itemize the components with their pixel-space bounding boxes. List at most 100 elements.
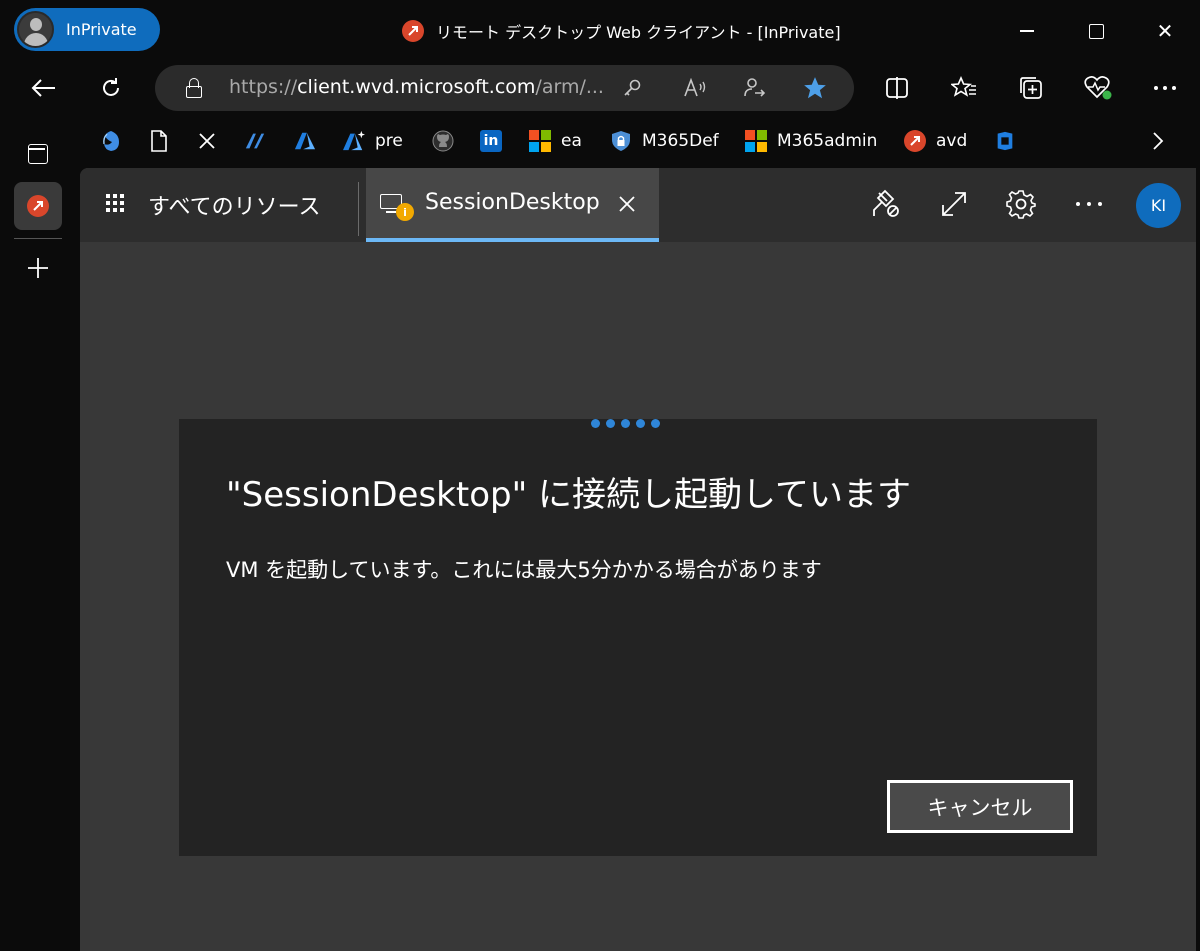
collections-button[interactable]	[1013, 70, 1049, 106]
page-icon	[148, 130, 170, 152]
favorite-item[interactable]: M365Def	[610, 128, 719, 154]
favorite-item[interactable]	[244, 128, 266, 154]
favorite-item[interactable]	[994, 128, 1016, 154]
connecting-dialog: "SessionDesktop" に接続し起動しています VM を起動しています…	[179, 419, 1097, 856]
linkedin-icon: in	[480, 130, 502, 152]
close-icon	[619, 196, 635, 212]
tab-panel-icon	[28, 144, 48, 164]
header-divider	[358, 182, 359, 236]
favorite-label: avd	[936, 131, 968, 151]
favorite-item[interactable]: ea	[529, 128, 582, 154]
session-tab-label: SessionDesktop	[425, 190, 600, 215]
address-bar[interactable]: https://client.wvd.microsoft.com/arm/...	[155, 65, 854, 111]
lock-icon[interactable]	[185, 78, 203, 98]
refresh-button[interactable]	[93, 70, 129, 106]
favorites-button[interactable]	[946, 70, 982, 106]
heart-pulse-icon	[1084, 76, 1112, 100]
tab-session-desktop[interactable]: i SessionDesktop	[366, 168, 659, 242]
more-menu-button[interactable]	[1070, 185, 1108, 223]
chevron-right-icon	[1153, 132, 1164, 150]
azure-vm-icon	[994, 130, 1016, 152]
key-icon[interactable]	[618, 74, 646, 102]
app-available-icon[interactable]	[740, 74, 768, 102]
web-content: すべてのリソース i SessionDesktop KI "SessionDes…	[80, 168, 1196, 951]
expand-icon	[942, 192, 966, 216]
inprivate-button[interactable]: InPrivate	[14, 8, 160, 51]
favorite-item[interactable]: pre	[343, 128, 403, 154]
favorites-bar: pre in ea M365Def M365admin avd	[0, 114, 1200, 168]
favorites-overflow-button[interactable]	[1152, 128, 1164, 154]
close-window-button[interactable]: ✕	[1148, 14, 1182, 48]
favorite-item[interactable]	[294, 128, 316, 154]
favorite-item[interactable]	[196, 128, 218, 154]
dialog-title: "SessionDesktop" に接続し起動しています	[226, 475, 912, 515]
back-button[interactable]	[25, 70, 61, 106]
new-tab-button[interactable]	[14, 244, 62, 292]
maximize-button[interactable]	[1079, 14, 1113, 48]
sidebar-divider	[14, 238, 62, 239]
url-scheme: https://	[229, 76, 298, 98]
info-badge-icon: i	[396, 203, 414, 221]
remote-desktop-icon	[904, 130, 926, 152]
window-title: リモート デスクトップ Web クライアント - [InPrivate]	[402, 18, 841, 44]
all-resources-label: すべてのリソース	[148, 195, 321, 220]
tab-actions-button[interactable]	[14, 130, 62, 178]
gear-icon	[1006, 190, 1036, 219]
favorite-item[interactable]	[432, 128, 454, 154]
favorites-list-icon	[951, 76, 976, 97]
favorite-item[interactable]	[100, 128, 122, 154]
favorite-star-icon[interactable]	[801, 74, 829, 102]
fullscreen-button[interactable]	[935, 185, 973, 223]
monitor-icon: i	[380, 194, 414, 221]
favorite-label: M365Def	[642, 131, 719, 151]
collections-icon	[1020, 77, 1042, 99]
split-screen-icon	[886, 77, 908, 99]
browser-title-bar: InPrivate リモート デスクトップ Web クライアント - [InPr…	[0, 0, 1200, 62]
x-icon	[196, 130, 218, 152]
browser-essentials-button[interactable]	[1080, 70, 1116, 106]
all-resources-button[interactable]: すべてのリソース	[106, 188, 320, 222]
favorite-item[interactable]: avd	[904, 128, 967, 154]
back-arrow-icon	[31, 79, 55, 97]
inprivate-avatar-icon	[17, 11, 54, 48]
cancel-button[interactable]: キャンセル	[887, 780, 1073, 833]
favorite-item[interactable]	[148, 128, 170, 154]
close-session-tab-button[interactable]	[613, 190, 641, 218]
microsoft-icon	[529, 130, 551, 152]
browser-toolbar: https://client.wvd.microsoft.com/arm/...	[0, 62, 1200, 114]
url-text[interactable]: https://client.wvd.microsoft.com/arm/...	[229, 76, 604, 98]
github-icon	[432, 130, 454, 152]
plug-disconnect-icon	[873, 189, 899, 217]
azure-devops-icon	[244, 130, 266, 152]
remote-desktop-icon	[27, 195, 49, 217]
remote-desktop-icon	[402, 20, 424, 42]
disconnect-button[interactable]	[867, 185, 905, 223]
ellipsis-icon	[1076, 202, 1102, 206]
ellipsis-icon	[1154, 86, 1176, 90]
user-avatar[interactable]: KI	[1136, 183, 1181, 228]
url-path: /arm/...	[535, 76, 604, 98]
inprivate-label: InPrivate	[66, 20, 137, 39]
refresh-icon	[103, 78, 119, 96]
settings-button[interactable]	[1002, 185, 1040, 223]
active-tab-indicator	[366, 238, 659, 242]
favorite-label: ea	[561, 131, 582, 151]
split-screen-button[interactable]	[879, 70, 915, 106]
waffle-icon	[106, 194, 128, 216]
plus-icon	[28, 258, 48, 278]
microsoft-icon	[745, 130, 767, 152]
favorite-label: pre	[375, 131, 403, 151]
favorite-item[interactable]: M365admin	[745, 128, 877, 154]
azure-icon	[294, 130, 316, 152]
progress-indicator	[591, 419, 660, 429]
window-title-text: リモート デスクトップ Web クライアント - [InPrivate]	[436, 23, 841, 42]
azure-preview-icon	[343, 130, 365, 152]
edge-dev-icon	[100, 130, 122, 152]
dialog-message: VM を起動しています。これには最大5分かかる場合があります	[226, 558, 822, 582]
minimize-button[interactable]	[1010, 14, 1044, 48]
more-options-button[interactable]	[1147, 70, 1183, 106]
read-aloud-icon[interactable]	[681, 74, 709, 102]
favorite-item[interactable]: in	[480, 128, 502, 154]
defender-icon	[610, 130, 632, 152]
vertical-tab-remote-desktop[interactable]	[14, 182, 62, 230]
